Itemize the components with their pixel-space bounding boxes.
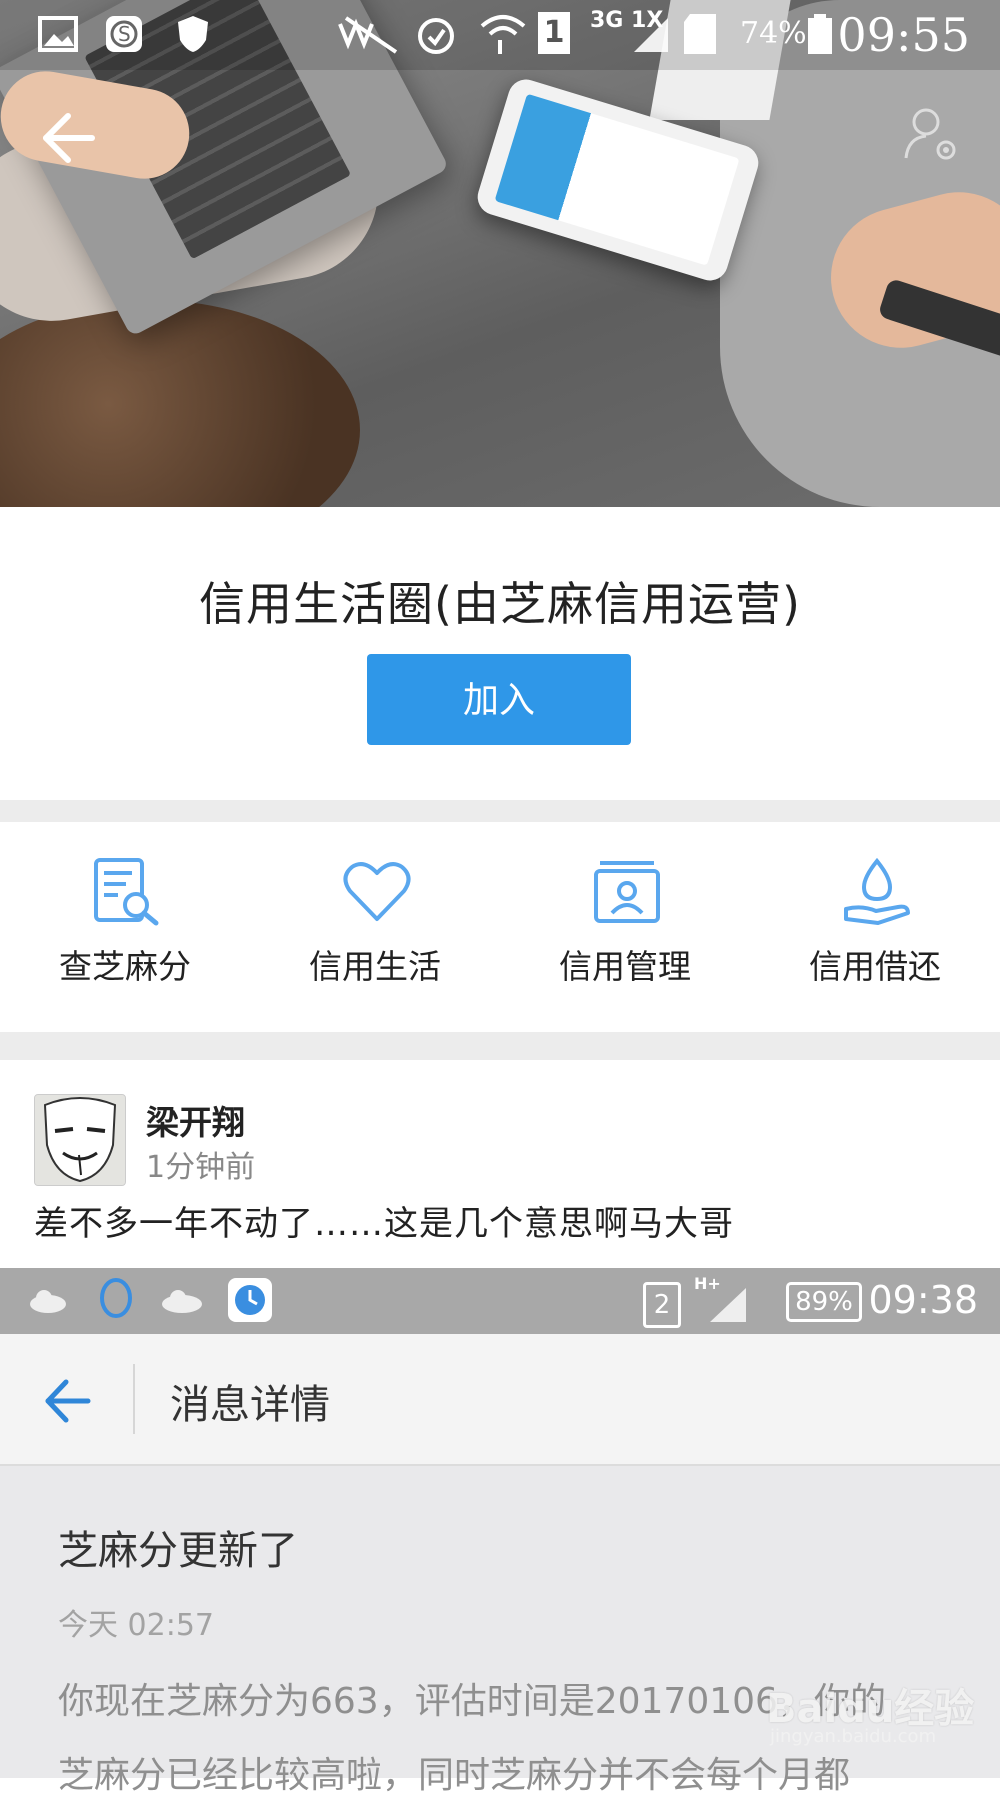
hero-fur-rug	[0, 300, 360, 507]
embedded-time: 09:38	[868, 1278, 978, 1322]
post-time: 1分钟前	[146, 1150, 256, 1185]
s-app-icon: S	[106, 16, 142, 52]
sim-slot-indicator: 1	[538, 12, 570, 54]
embedded-sim: 2	[643, 1282, 681, 1328]
document-search-icon	[94, 858, 159, 926]
mask-avatar-icon	[35, 1095, 125, 1185]
header-separator	[133, 1364, 135, 1434]
menu-item-label: 信用借还	[809, 947, 941, 986]
battery-icon	[808, 14, 832, 54]
mute-icon	[338, 16, 398, 54]
baidu-watermark: Baidu经验 jingyan.baidu.com	[766, 1676, 986, 1756]
svg-text:S: S	[118, 22, 131, 46]
menu-item-credit-life[interactable]: 信用生活	[250, 822, 500, 1032]
heart-icon	[343, 862, 411, 921]
signal-icon	[634, 18, 668, 52]
id-card-icon	[594, 861, 660, 923]
status-time: 09:55	[837, 8, 970, 62]
back-arrow-icon	[45, 1379, 91, 1423]
message-time: 今天 02:57	[58, 1608, 214, 1643]
message-body-line: 你现在芝麻分为663，评估时间是20170106，你的	[58, 1681, 886, 1722]
battery-percent: 74%	[740, 16, 807, 51]
menu-item-credit-manage[interactable]: 信用管理	[500, 822, 750, 1032]
watermark-url: jingyan.baidu.com	[770, 1726, 937, 1747]
user-settings-icon[interactable]	[900, 104, 962, 166]
avatar[interactable]	[34, 1094, 126, 1186]
post-author[interactable]: 梁开翔	[146, 1096, 245, 1144]
menu-item-label: 信用管理	[559, 947, 691, 986]
hand-drop-icon	[844, 857, 910, 925]
back-arrow-icon[interactable]	[38, 108, 98, 168]
circle-title: 信用生活圈(由芝麻信用运营)	[199, 577, 801, 631]
gallery-icon	[38, 16, 78, 52]
menu-item-credit-borrow[interactable]: 信用借还	[750, 822, 1000, 1032]
cloud-icon	[30, 1290, 66, 1313]
message-body-line: 芝麻分已经比较高啦，同时芝麻分并不会每个月都	[58, 1755, 851, 1796]
signal-icon	[710, 1288, 746, 1322]
join-button[interactable]: 加入	[367, 654, 631, 745]
status-bar: S 1 3G 1X 74% 09:55	[0, 0, 1000, 70]
message-title: 芝麻分更新了	[58, 1528, 298, 1574]
post-text: 差不多一年不动了……这是几个意思啊马大哥	[34, 1204, 734, 1244]
embedded-header: 消息详情	[0, 1334, 1000, 1466]
alarm-icon	[418, 18, 454, 54]
embedded-battery: 89%	[786, 1282, 862, 1322]
section-divider	[0, 800, 1000, 822]
menu-item-check-score[interactable]: 查芝麻分	[0, 822, 250, 1032]
clock-app-icon	[228, 1278, 272, 1322]
menu-item-label: 查芝麻分	[59, 947, 191, 986]
embedded-status-bar: 2 H+ 89% 09:38	[0, 1268, 1000, 1334]
cloud-icon	[162, 1290, 202, 1313]
shield-icon	[178, 16, 208, 52]
section-divider	[0, 1032, 1000, 1060]
embedded-page-title: 消息详情	[170, 1382, 330, 1428]
sd-card-icon	[684, 14, 716, 54]
wifi-icon	[480, 15, 526, 54]
hero-banner-image	[0, 0, 1000, 507]
menu-item-label: 信用生活	[309, 947, 441, 986]
qq-icon	[100, 1278, 132, 1318]
